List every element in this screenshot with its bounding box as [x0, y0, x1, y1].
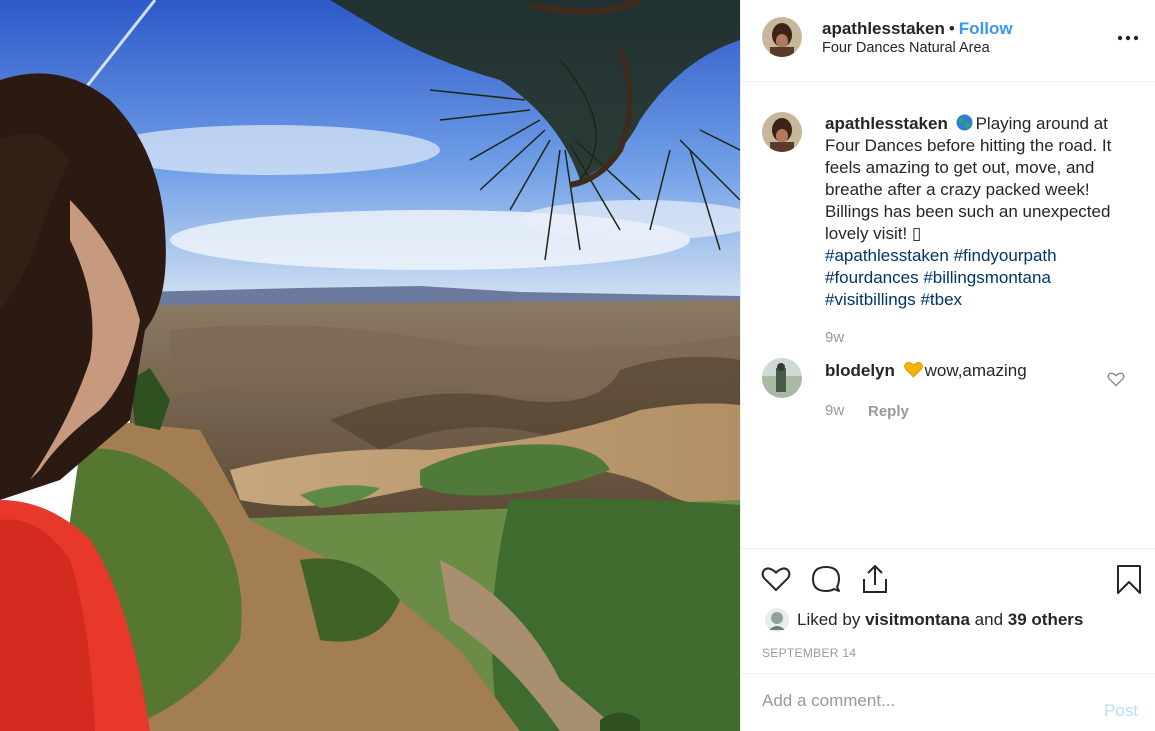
reply-button[interactable]: Reply [868, 403, 909, 420]
username-link[interactable]: apathlesstaken [822, 19, 945, 38]
caption-timestamp[interactable]: 9w [825, 329, 844, 346]
post-comment-button[interactable]: Post [1104, 701, 1138, 721]
post-sidebar: apathlesstaken • Follow Four Dances Natura… [740, 0, 1155, 731]
comment-username[interactable]: blodelyn [825, 361, 895, 380]
hashtag-link[interactable]: #findyourpath [954, 246, 1057, 265]
caption: apathlesstaken Playing around at Four Da… [825, 113, 1135, 311]
more-options-icon[interactable] [1116, 28, 1140, 48]
bookmark-icon[interactable] [1113, 563, 1145, 595]
avatar[interactable] [762, 17, 802, 57]
comment-timestamp[interactable]: 9w [825, 402, 844, 419]
hashtag-link[interactable]: #billingsmontana [923, 268, 1051, 287]
liked-by-prefix: Liked by [797, 610, 861, 629]
hashtag-link[interactable]: #fourdances [825, 268, 919, 287]
follow-button[interactable]: Follow [959, 19, 1013, 38]
comment-avatar[interactable] [762, 358, 802, 398]
caption-end-glyph: ▯ [911, 224, 922, 243]
comment-bubble-icon[interactable] [810, 563, 842, 595]
caption-username[interactable]: apathlesstaken [825, 114, 948, 133]
likes-count-link[interactable]: 39 others [1008, 610, 1084, 629]
separator-dot: • [948, 19, 955, 38]
liked-by-text: Liked by visitmontana and 39 others [797, 610, 1083, 630]
hashtag-link[interactable]: #visitbillings [825, 290, 916, 309]
post-photo[interactable] [0, 0, 740, 731]
comment-text: wow,amazing [924, 361, 1027, 380]
post-header: apathlesstaken • Follow Four Dances Natura… [741, 0, 1155, 82]
liked-by-avatar[interactable] [765, 608, 789, 632]
share-icon[interactable] [859, 563, 891, 595]
globe-emoji-icon [956, 114, 973, 131]
heart-icon[interactable] [760, 563, 792, 595]
hashtag-list: #apathlesstaken #findyourpath #fourdance… [825, 245, 1135, 311]
comment-like-heart-icon[interactable] [1107, 371, 1125, 387]
location-link[interactable]: Four Dances Natural Area [822, 40, 990, 56]
add-comment-bar: Post [741, 673, 1155, 731]
liked-by-user-link[interactable]: visitmontana [865, 610, 970, 629]
hashtag-link[interactable]: #tbex [920, 290, 962, 309]
action-bar: Liked by visitmontana and 39 others SEPT… [741, 548, 1155, 673]
caption-text: Playing around at Four Dances before hit… [825, 114, 1112, 243]
hashtag-link[interactable]: #apathlesstaken [825, 246, 949, 265]
liked-by-and: and [974, 610, 1004, 629]
caption-avatar[interactable] [762, 112, 802, 152]
yellow-heart-emoji-icon [903, 361, 923, 378]
comment-input[interactable] [762, 686, 1082, 716]
comment: blodelyn wow,amazing [825, 360, 1105, 382]
post-date[interactable]: SEPTEMBER 14 [762, 646, 856, 660]
